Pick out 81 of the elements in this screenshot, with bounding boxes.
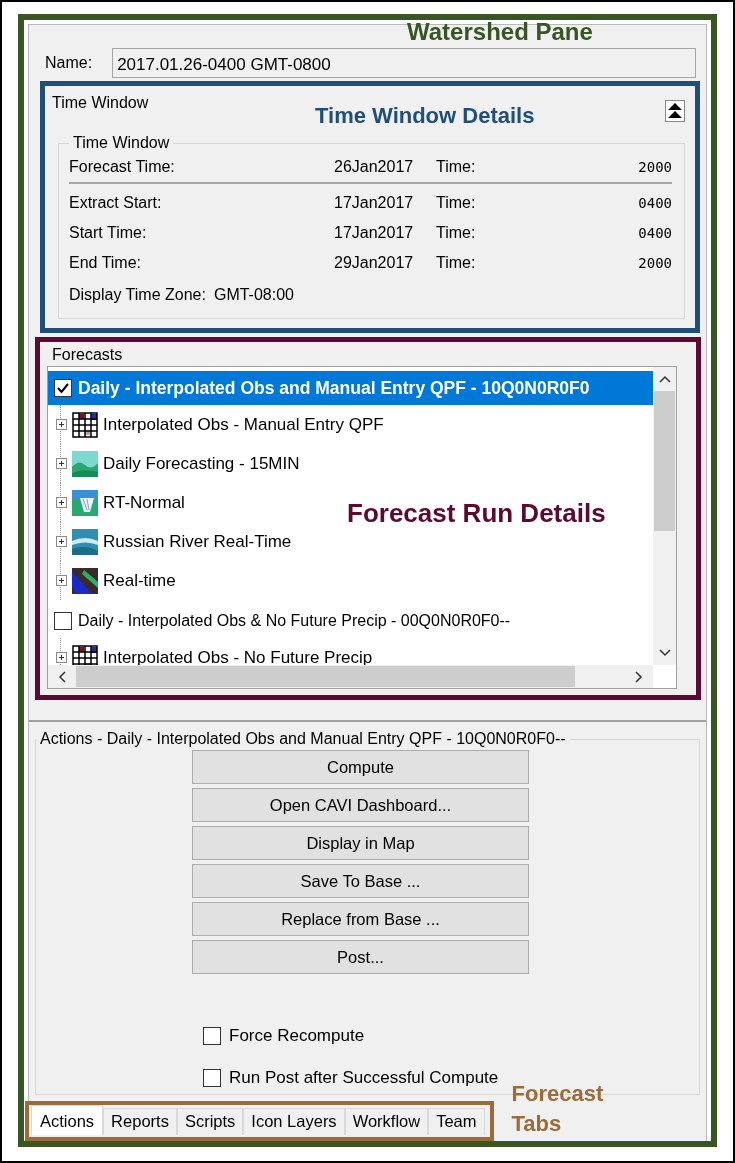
action-button[interactable]: Display in Map xyxy=(192,826,529,860)
tab[interactable]: Workflow xyxy=(344,1108,429,1135)
tree-label: Interpolated Obs - Manual Entry QPF xyxy=(103,414,384,435)
field-label: Time: xyxy=(436,254,477,272)
vertical-scrollbar[interactable] xyxy=(653,367,676,665)
tree-item[interactable]: RT-Normal xyxy=(56,483,185,522)
scroll-thumb[interactable] xyxy=(654,391,675,531)
annotation-label: Forecast Run Details xyxy=(347,498,606,529)
annotation-label: Watershed Pane xyxy=(407,20,593,44)
expand-icon[interactable] xyxy=(56,419,67,430)
tab[interactable]: Scripts xyxy=(176,1108,244,1135)
section-title: Forecasts xyxy=(51,345,124,365)
date-value: 17Jan2017 xyxy=(334,194,415,212)
tab[interactable]: Icon Layers xyxy=(243,1108,345,1135)
scroll-up-icon[interactable] xyxy=(658,375,671,383)
action-button[interactable]: Compute xyxy=(192,750,529,784)
run-label: Daily - Interpolated Obs & No Future Precip - 00Q0N0R0F0-- xyxy=(78,612,511,630)
scroll-right-icon[interactable] xyxy=(635,670,643,683)
action-button[interactable]: Open CAVI Dashboard... xyxy=(192,788,529,822)
expand-icon[interactable] xyxy=(56,458,67,469)
time-value: 2000 xyxy=(637,159,672,175)
field-label: Display Time Zone: xyxy=(69,286,206,304)
field-label: End Time: xyxy=(69,254,143,272)
section-title: Time Window xyxy=(52,94,149,112)
tab[interactable]: Reports xyxy=(103,1108,177,1135)
collapse-icon[interactable] xyxy=(665,100,685,122)
field-label: Time: xyxy=(436,224,477,242)
tab[interactable]: Actions xyxy=(31,1105,104,1135)
scroll-thumb[interactable] xyxy=(76,666,575,687)
tree-label: Daily Forecasting - 15MIN xyxy=(103,453,300,474)
time-zone-value: GMT-08:00 xyxy=(213,286,294,304)
checkbox[interactable] xyxy=(203,1069,221,1087)
tree-item[interactable]: Interpolated Obs - Manual Entry QPF xyxy=(56,405,384,444)
checkbox[interactable] xyxy=(54,379,72,397)
expand-icon[interactable] xyxy=(56,536,67,547)
time-value: 0400 xyxy=(637,195,672,211)
name-label: Name: xyxy=(45,54,93,72)
map-icon xyxy=(72,567,98,594)
expand-icon[interactable] xyxy=(56,497,67,508)
tree-label: RT-Normal xyxy=(103,492,185,513)
annotation-label: Forecast Tabs xyxy=(511,1080,605,1138)
tree-item[interactable]: Real-time xyxy=(56,561,176,600)
field-label: Time: xyxy=(436,158,477,176)
scroll-left-icon[interactable] xyxy=(58,670,66,683)
checkbox-label: Run Post after Successful Compute xyxy=(229,1068,499,1088)
field-label: Extract Start: xyxy=(69,194,163,212)
date-value: 29Jan2017 xyxy=(334,254,415,272)
date-value: 26Jan2017 xyxy=(334,158,415,176)
expand-icon[interactable] xyxy=(56,652,67,663)
field-label: Time: xyxy=(436,194,477,212)
group-title: Time Window xyxy=(72,134,171,152)
tree-item[interactable]: Daily - Interpolated Obs and Manual Entry QPF - 10Q0N0R0F0 xyxy=(48,371,653,405)
tree-item[interactable]: Daily Forecasting - 15MIN xyxy=(56,444,300,483)
horizontal-scrollbar[interactable] xyxy=(48,665,653,688)
action-button[interactable]: Replace from Base ... xyxy=(192,902,529,936)
name-field[interactable]: 2017.01.26-0400 GMT-0800 xyxy=(112,48,696,78)
grid-icon xyxy=(72,411,98,438)
scroll-down-icon[interactable] xyxy=(658,649,671,657)
checkbox-label: Force Recompute xyxy=(229,1026,365,1046)
hills-icon xyxy=(72,450,98,477)
annotation-label: Time Window Details xyxy=(315,103,535,129)
time-value: 2000 xyxy=(637,255,672,271)
checkbox[interactable] xyxy=(54,612,72,630)
checkbox[interactable] xyxy=(203,1027,221,1045)
waterfall-icon xyxy=(72,489,98,516)
tab[interactable]: Team xyxy=(428,1108,485,1135)
tree-item[interactable]: Russian River Real-Time xyxy=(56,522,292,561)
time-value: 0400 xyxy=(637,225,672,241)
action-button[interactable]: Save To Base ... xyxy=(192,864,529,898)
run-label: Daily - Interpolated Obs and Manual Entry QPF - 10Q0N0R0F0 xyxy=(78,377,590,399)
grid-icon xyxy=(72,644,98,665)
tree-label: Real-time xyxy=(103,570,176,591)
tree-label: Russian River Real-Time xyxy=(103,531,292,552)
field-label: Forecast Time: xyxy=(69,158,176,176)
expand-icon[interactable] xyxy=(56,575,67,586)
tree-item[interactable]: Daily - Interpolated Obs & No Future Precip - 00Q0N0R0F0-- xyxy=(48,604,653,638)
date-value: 17Jan2017 xyxy=(334,224,415,242)
river-icon xyxy=(72,528,98,555)
group-title: Actions - Daily - Interpolated Obs and Manual Entry QPF - 10Q0N0R0F0-- xyxy=(39,730,567,748)
action-button[interactable]: Post... xyxy=(192,940,529,974)
field-label: Start Time: xyxy=(69,224,148,242)
